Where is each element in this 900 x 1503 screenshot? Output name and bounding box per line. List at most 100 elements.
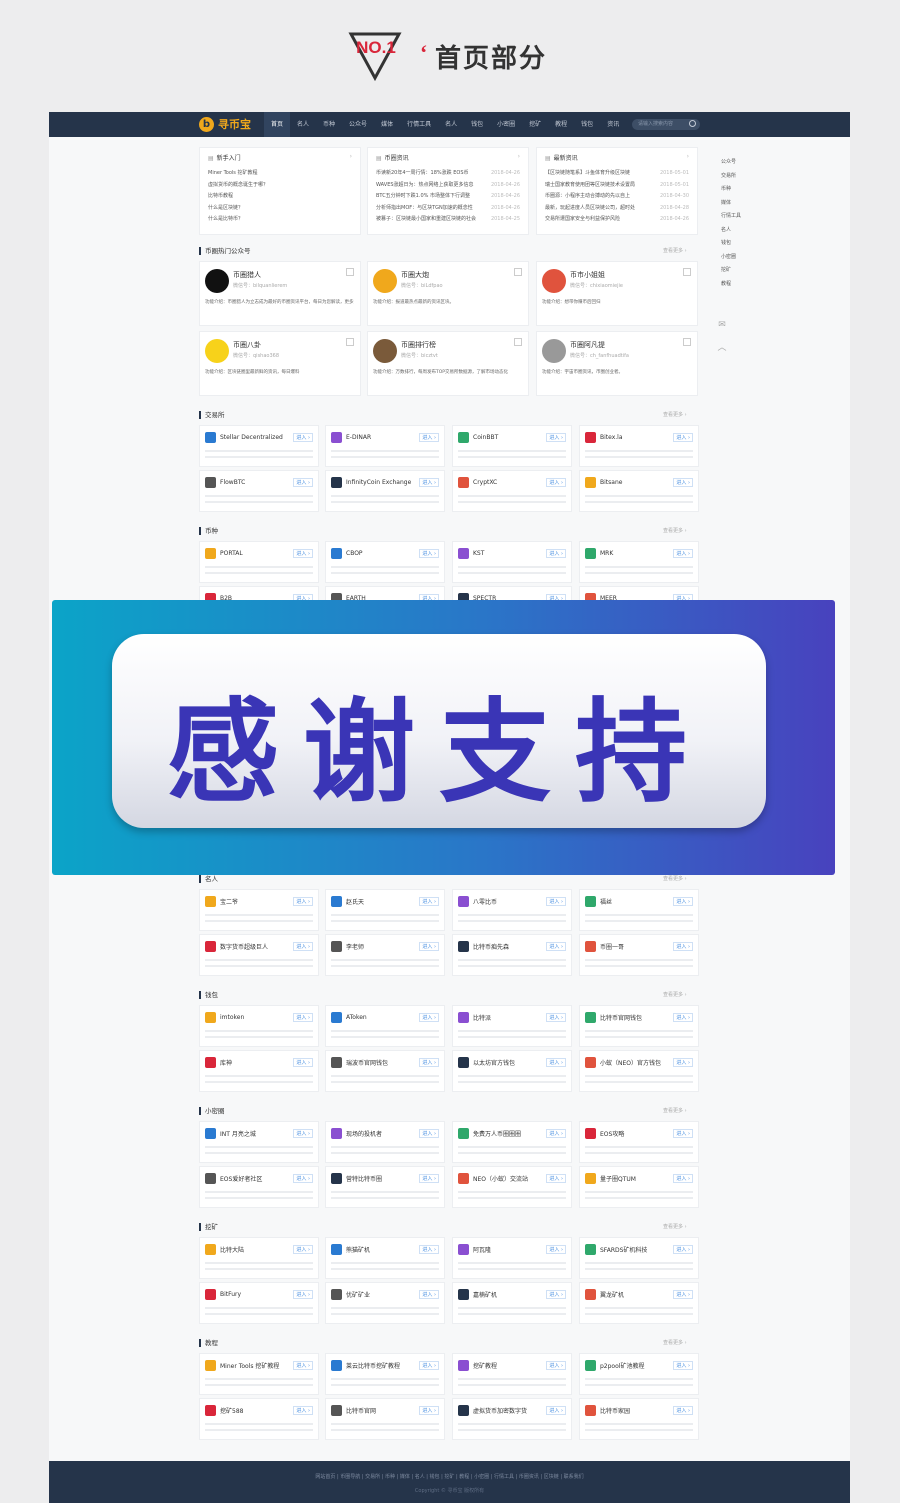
sidebar-item[interactable]: 钱包 (721, 237, 753, 251)
news-item[interactable]: 虚拟货币的概念诞生于哪？ (208, 180, 352, 192)
enter-button[interactable]: 进入 › (673, 1058, 693, 1067)
site-card[interactable]: 宝二爷 进入 › (199, 889, 319, 931)
account-name[interactable]: 币圈阿凡提 (570, 340, 605, 350)
site-card[interactable]: p2pool矿池教程 进入 › (579, 1353, 699, 1395)
nav-item[interactable]: 媒体 (374, 112, 400, 137)
card-name[interactable]: CryptXC (473, 479, 542, 486)
enter-button[interactable]: 进入 › (419, 1058, 439, 1067)
site-card[interactable]: EOS攻略 进入 › (579, 1121, 699, 1163)
site-card[interactable]: 量子圈QTUM 进入 › (579, 1166, 699, 1208)
card-name[interactable]: AToken (346, 1014, 415, 1021)
site-logo[interactable]: b 寻币宝 (199, 116, 251, 132)
footer-links[interactable]: 网站首页 | 币圈导航 | 交易所 | 币种 | 媒体 | 名人 | 钱包 | … (49, 1473, 850, 1480)
enter-button[interactable]: 进入 › (419, 942, 439, 951)
card-name[interactable]: 阿瓦隆 (473, 1245, 542, 1254)
section-more-link[interactable]: 查看更多 › (663, 247, 687, 254)
enter-button[interactable]: 进入 › (546, 1174, 566, 1183)
site-card[interactable]: 比特大陆 进入 › (199, 1237, 319, 1279)
card-name[interactable]: Bitsane (600, 479, 669, 486)
enter-button[interactable]: 进入 › (293, 478, 313, 487)
news-item[interactable]: 最新，玩起进度人员区块链公司，超时处 2018-04-28 (545, 203, 689, 215)
card-name[interactable]: CBOP (346, 550, 415, 557)
news-item[interactable]: 币圈源：小程序主动合搏动的先以自上 2018-04-30 (545, 191, 689, 203)
enter-button[interactable]: 进入 › (673, 478, 693, 487)
card-name[interactable]: p2pool矿池教程 (600, 1361, 669, 1370)
enter-button[interactable]: 进入 › (419, 1129, 439, 1138)
card-name[interactable]: 八零比币 (473, 897, 542, 906)
enter-button[interactable]: 进入 › (293, 433, 313, 442)
site-card[interactable]: 比特币官网钱包 进入 › (579, 1005, 699, 1047)
card-name[interactable]: SFARDS矿机科技 (600, 1245, 669, 1254)
news-item[interactable]: 交易所遭国家安全与利益保护风险 2018-04-26 (545, 214, 689, 226)
news-more-link[interactable]: › (518, 153, 520, 162)
card-name[interactable]: PORTAL (220, 550, 289, 557)
site-card[interactable]: KST 进入 › (452, 541, 572, 583)
card-name[interactable]: 以太坊官方钱包 (473, 1058, 542, 1067)
card-name[interactable]: 赵氏天 (346, 897, 415, 906)
enter-button[interactable]: 进入 › (419, 1013, 439, 1022)
card-name[interactable]: 比特币官网 (346, 1406, 415, 1415)
enter-button[interactable]: 进入 › (673, 549, 693, 558)
site-card[interactable]: 比特派 进入 › (452, 1005, 572, 1047)
enter-button[interactable]: 进入 › (419, 1245, 439, 1254)
enter-button[interactable]: 进入 › (673, 1245, 693, 1254)
public-account-card[interactable]: 币圈排行榜 微信号：bicztvt 功能介绍：万数排行，每周发布TOP交易所数据源，… (367, 331, 529, 396)
enter-button[interactable]: 进入 › (673, 1406, 693, 1415)
site-card[interactable]: 币圈一哥 进入 › (579, 934, 699, 976)
card-name[interactable]: 虚拟货币加密数字货 (473, 1406, 542, 1415)
enter-button[interactable]: 进入 › (293, 1245, 313, 1254)
nav-item[interactable]: 教程 (548, 112, 574, 137)
enter-button[interactable]: 进入 › (546, 549, 566, 558)
enter-button[interactable]: 进入 › (546, 1406, 566, 1415)
news-item-title[interactable]: 什么是比特币？ (208, 214, 243, 226)
card-name[interactable]: CoinBBT (473, 434, 542, 441)
card-name[interactable]: InfinityCoin Exchange (346, 479, 415, 486)
enter-button[interactable]: 进入 › (546, 942, 566, 951)
news-item-title[interactable]: BTC五分钟时下跌1.0% 市场整体下行调整 (376, 191, 470, 203)
news-item[interactable]: 比特币教程 (208, 191, 352, 203)
enter-button[interactable]: 进入 › (419, 897, 439, 906)
nav-item[interactable]: 小密圈 (490, 112, 522, 137)
enter-button[interactable]: 进入 › (293, 1361, 313, 1370)
card-name[interactable]: 比特币官网钱包 (600, 1013, 669, 1022)
enter-button[interactable]: 进入 › (546, 1129, 566, 1138)
enter-button[interactable]: 进入 › (673, 1361, 693, 1370)
news-item-title[interactable]: 被篡子：区块链最小国家和重建区块链的社会 (376, 214, 476, 226)
enter-button[interactable]: 进入 › (673, 1013, 693, 1022)
site-card[interactable]: 翼龙矿机 进入 › (579, 1282, 699, 1324)
card-name[interactable]: 挖矿588 (220, 1406, 289, 1415)
enter-button[interactable]: 进入 › (293, 549, 313, 558)
section-more-link[interactable]: 查看更多 › (663, 411, 687, 418)
enter-button[interactable]: 进入 › (546, 433, 566, 442)
card-name[interactable]: 免费万人币圈圈圈 (473, 1129, 542, 1138)
card-name[interactable]: 优矿矿业 (346, 1290, 415, 1299)
card-name[interactable]: FlowBTC (220, 479, 289, 486)
site-card[interactable]: 莱云比特币挖矿教程 进入 › (325, 1353, 445, 1395)
card-name[interactable]: Stellar Decentralized (220, 434, 289, 441)
public-account-card[interactable]: 币圈八卦 微信号：qishao368 功能介绍：区块链圈里最新鲜的资讯，每日爆料 (199, 331, 361, 396)
site-card[interactable]: 虚拟货币加密数字货 进入 › (452, 1398, 572, 1440)
public-account-card[interactable]: 币圈大炮 微信号：biLdfpao 功能介绍：报道最热点最新的资讯区块。 (367, 261, 529, 326)
site-card[interactable]: imtoken 进入 › (199, 1005, 319, 1047)
card-name[interactable]: 比特币痴先森 (473, 942, 542, 951)
qr-code-icon[interactable] (683, 268, 691, 276)
enter-button[interactable]: 进入 › (673, 1129, 693, 1138)
back-to-top-icon[interactable]: ︿ (715, 340, 729, 354)
news-item-title[interactable]: 最新，玩起进度人员区块链公司，超时处 (545, 203, 635, 215)
site-card[interactable]: EOS爱好者社区 进入 › (199, 1166, 319, 1208)
site-card[interactable]: Bitex.la 进入 › (579, 425, 699, 467)
account-name[interactable]: 币圈猎人 (233, 270, 261, 280)
qr-code-icon[interactable] (346, 338, 354, 346)
public-account-card[interactable]: 币圈猎人 微信号：bilquanlierem 功能介绍：币圈猎人为立志成为最好的币圈… (199, 261, 361, 326)
site-card[interactable]: 小蚁（NEO）官方钱包 进入 › (579, 1050, 699, 1092)
news-item-title[interactable]: 交易所遭国家安全与利益保护风险 (545, 214, 620, 226)
site-card[interactable]: 以太坊官方钱包 进入 › (452, 1050, 572, 1092)
qr-code-icon[interactable] (346, 268, 354, 276)
account-name[interactable]: 币圈排行榜 (401, 340, 436, 350)
news-more-link[interactable]: › (350, 153, 352, 162)
news-item[interactable]: 什么是区块链？ (208, 203, 352, 215)
site-card[interactable]: 现场的投机者 进入 › (325, 1121, 445, 1163)
site-card[interactable]: 优矿矿业 进入 › (325, 1282, 445, 1324)
enter-button[interactable]: 进入 › (419, 478, 439, 487)
nav-item[interactable]: 钱包 (574, 112, 600, 137)
